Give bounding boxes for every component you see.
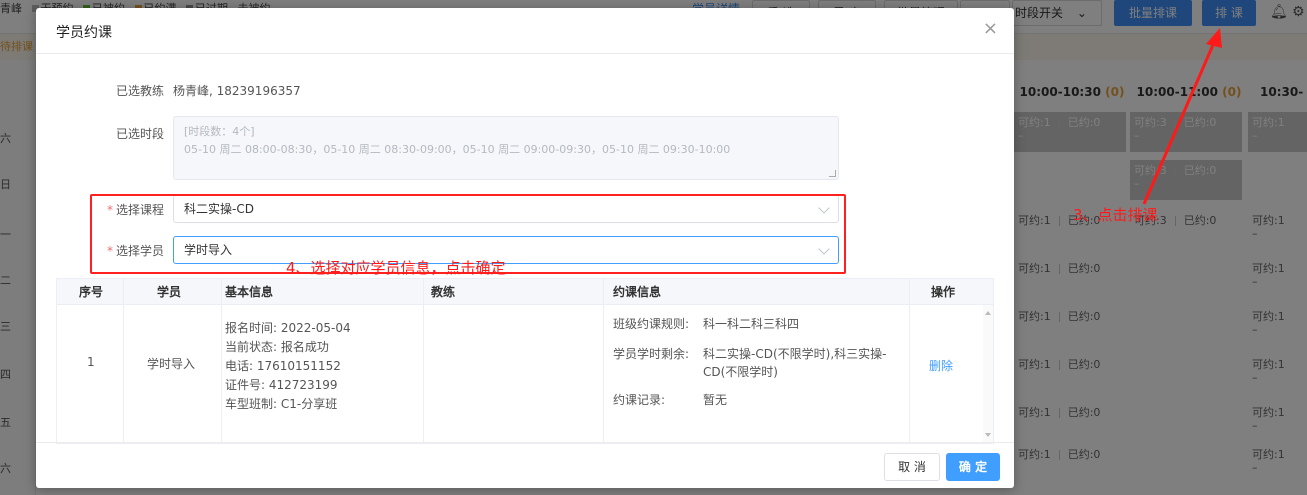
slots-value: 05-10 周二 08:00-08:30，05-10 周二 08:30-09:0…: [184, 143, 731, 156]
slots-count: [时段数：4个]: [184, 125, 255, 138]
arrow-head: [1206, 28, 1222, 48]
annotation-step3: 3、点击排课: [1073, 206, 1158, 224]
coach-label: 已选教练: [115, 84, 164, 98]
close-icon[interactable]: ×: [983, 20, 998, 38]
annotation-step4: 4、选择对应学员信息，点击确定: [286, 259, 506, 277]
student-table: 序号 学员 基本信息 教练 约课信息 操作 1 学时导入 报名时间: 2022-…: [56, 278, 994, 444]
table-row: 1 学时导入 报名时间: 2022-05-04 当前状态: 报名成功 电话: 1…: [57, 305, 993, 443]
id-number: 证件号: 412723199: [225, 378, 338, 392]
header-index: 序号: [79, 285, 104, 299]
header-basic-info: 基本信息: [225, 285, 274, 299]
scroll-down-icon[interactable]: [985, 433, 991, 437]
delete-link[interactable]: 删除: [929, 357, 953, 374]
header-booking-info: 约课信息: [613, 285, 662, 299]
cancel-button[interactable]: 取 消: [884, 453, 940, 481]
remaining-hours-label: 学员学时剩余:: [613, 347, 690, 361]
arrow-shaft: [1142, 37, 1218, 205]
booking-record-value: 暂无: [703, 393, 728, 407]
phone: 电话: 17610151152: [225, 359, 341, 373]
header-student: 学员: [157, 285, 182, 299]
current-status: 当前状态: 报名成功: [225, 340, 329, 354]
row-student: 学时导入: [147, 357, 196, 371]
table-header: 序号 学员 基本信息 教练 约课信息 操作: [57, 279, 993, 305]
row-basic-info: 报名时间: 2022-05-04 当前状态: 报名成功 电话: 17610151…: [225, 319, 351, 414]
remaining-hours-line: CD(不限学时): [703, 365, 778, 379]
slots-label: 已选时段: [115, 127, 164, 141]
annotation-arrow: [1142, 28, 1222, 205]
book-lesson-modal: 学员约课 × 已选教练 杨青峰, 18239196357 已选时段 [时段数：4…: [36, 8, 1014, 488]
table-scrollbar[interactable]: [983, 305, 993, 443]
remaining-hours-line: 科二实操-CD(不限学时),科三实操-: [703, 347, 887, 361]
confirm-button[interactable]: 确 定: [946, 453, 1000, 481]
class-rule-value: 科一科二科三科四: [703, 317, 800, 331]
header-coach: 教练: [431, 285, 456, 299]
resize-grip-icon[interactable]: [829, 170, 836, 177]
coach-value: 杨青峰, 18239196357: [173, 84, 301, 98]
modal-title: 学员约课: [56, 25, 112, 41]
booking-record-label: 约课记录:: [613, 393, 666, 407]
modal-footer: 取 消 确 定: [36, 442, 1014, 488]
vehicle-class: 车型班制: C1-分享班: [225, 397, 338, 411]
scroll-up-icon[interactable]: [985, 311, 991, 315]
class-rule-label: 班级约课规则:: [613, 317, 690, 331]
remaining-hours-value: 科二实操-CD(不限学时),科三实操- CD(不限学时): [703, 345, 886, 381]
header-action: 操作: [931, 285, 956, 299]
row-index: 1: [87, 355, 95, 369]
selected-slots-textarea: [时段数：4个] 05-10 周二 08:00-08:30，05-10 周二 0…: [173, 116, 839, 180]
modal-header: 学员约课 ×: [36, 8, 1014, 54]
enroll-date: 报名时间: 2022-05-04: [225, 321, 351, 335]
